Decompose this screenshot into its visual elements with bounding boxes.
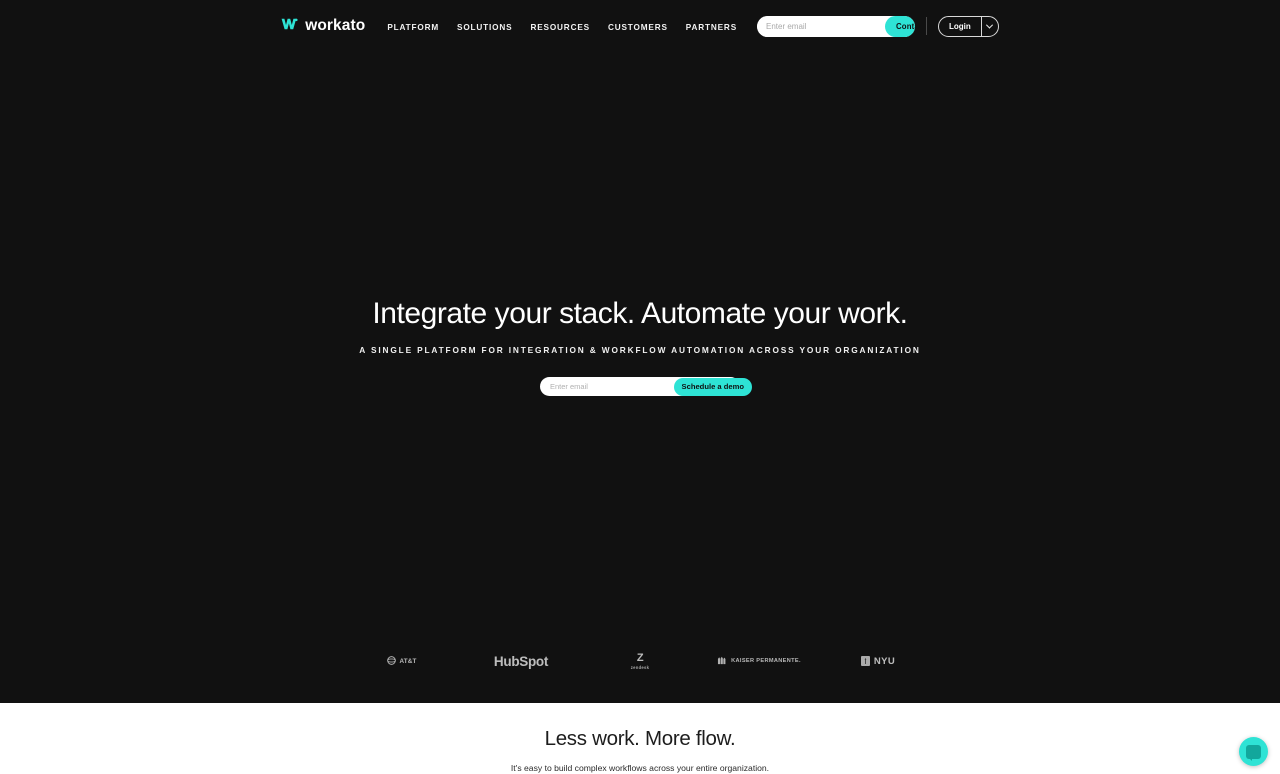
schedule-demo-button[interactable]: Schedule a demo [673,377,752,396]
nav-link-customers[interactable]: CUSTOMERS [608,23,668,32]
hero-title: Integrate your stack. Automate your work… [372,297,908,330]
logo-att-text: AT&T [399,657,417,665]
section-subtitle: It's easy to build complex workflows acr… [510,762,770,773]
brand-wordmark: workato [305,17,366,35]
nav-link-solutions[interactable]: SOLUTIONS [457,23,512,32]
login-button[interactable]: Login [939,17,981,36]
logo-zendesk: Z zendesk [581,651,700,670]
hero-subtitle: A SINGLE PLATFORM FOR INTEGRATION & WORK… [359,345,921,355]
logo-hubspot-text: HubSpot [493,653,549,669]
nav-item-platform[interactable]: PLATFORM [387,17,439,35]
nav-item-solutions[interactable]: SOLUTIONS [457,17,512,35]
chevron-down-icon [986,21,994,29]
customer-logo-strip: AT&T HubSpot Z zendesk KAISER PERMANENTE… [0,652,1280,670]
logo-att: AT&T [343,652,462,670]
login-button-group: Login [938,15,999,37]
hero-section: workato PLATFORM SOLUTIONS RESOURCES CUS… [0,0,1280,703]
nav-signup-form: Contact Sales [757,15,916,37]
less-work-section: Less work. More flow. It's easy to build… [0,703,1280,774]
nav-actions: Contact Sales Login [757,15,999,37]
nav-link-resources[interactable]: RESOURCES [530,23,590,32]
logo-kaiser-permanente: KAISER PERMANENTE. [700,652,819,670]
kaiser-permanente-icon [717,652,727,670]
nav-divider [926,17,928,35]
chat-launcher-button[interactable] [1239,737,1268,766]
nyu-torch-icon [860,656,870,666]
att-globe-icon [387,652,397,670]
chat-bubble-icon [1246,744,1261,761]
logo-nyu: NYU [819,656,938,667]
nav-link-partners[interactable]: PARTNERS [686,23,737,32]
nav-item-customers[interactable]: CUSTOMERS [608,17,668,35]
nav-links: PLATFORM SOLUTIONS RESOURCES CUSTOMERS P… [387,17,737,35]
nav-item-resources[interactable]: RESOURCES [530,17,590,35]
nav-item-partners[interactable]: PARTNERS [686,17,737,35]
page-root: workato PLATFORM SOLUTIONS RESOURCES CUS… [0,0,1280,774]
zendesk-mark-icon: Z [636,651,644,664]
nav-link-platform[interactable]: PLATFORM [387,23,439,32]
logo-kaiser-text: KAISER PERMANENTE. [731,658,801,664]
brand-logo-link[interactable]: workato [281,17,365,35]
logo-nyu-text: NYU [873,655,896,667]
workato-w-logo-icon [281,17,298,35]
contact-sales-button[interactable]: Contact Sales [885,15,916,37]
nav-email-input[interactable] [757,15,886,37]
logo-hubspot: HubSpot [462,654,581,669]
nav-inner: workato PLATFORM SOLUTIONS RESOURCES CUS… [281,0,999,52]
logo-zendesk-text: zendesk [630,664,650,670]
section-title: Less work. More flow. [544,727,736,750]
login-dropdown-button[interactable] [982,17,998,36]
hero-signup-form: Schedule a demo [540,376,752,396]
main-navigation: workato PLATFORM SOLUTIONS RESOURCES CUS… [0,0,1280,52]
hero-content: Integrate your stack. Automate your work… [0,296,1280,396]
